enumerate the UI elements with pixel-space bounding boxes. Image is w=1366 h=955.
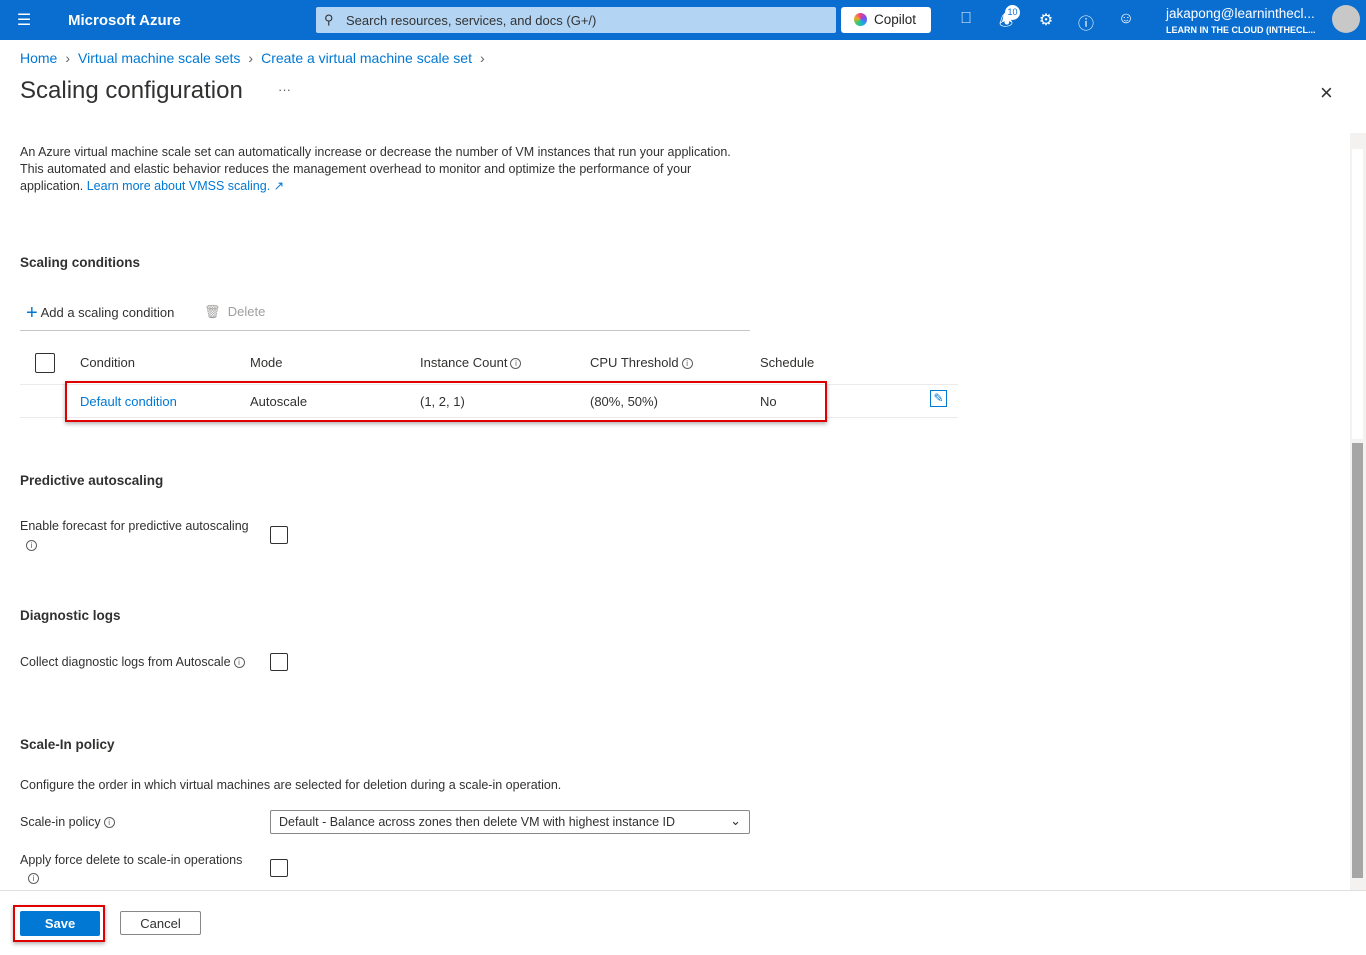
copilot-icon [854,13,867,26]
search-placeholder: Search resources, services, and docs (G+… [346,13,597,28]
chevron-down-icon: ⌄ [730,813,741,828]
select-all-checkbox[interactable] [35,353,55,373]
col-instance-count: Instance Count i [420,355,522,370]
col-schedule: Schedule [760,355,815,370]
predictive-heading: Predictive autoscaling [20,473,164,488]
top-bar: ☰ Microsoft Azure ⚲ Search resources, se… [0,0,1366,40]
info-icon: i [28,873,39,884]
scalein-description: Configure the order in which virtual mac… [20,778,562,792]
scalein-heading: Scale-In policy [20,737,115,752]
breadcrumb-home[interactable]: Home [20,50,57,66]
search-input[interactable]: ⚲ Search resources, services, and docs (… [316,7,836,33]
user-name[interactable]: jakapong@learninthecl... [1166,6,1315,21]
page-description: An Azure virtual machine scale set can a… [20,145,731,193]
predictive-checkbox[interactable] [270,526,288,544]
avatar[interactable] [1332,5,1360,33]
cancel-button[interactable]: Cancel [120,911,201,935]
search-icon: ⚲ [324,12,334,27]
info-icon: i [510,358,522,370]
breadcrumb-vmss[interactable]: Virtual machine scale sets [78,50,240,66]
plus-icon: + [26,302,38,324]
scaling-conditions-heading: Scaling conditions [20,255,141,270]
diagnostic-checkbox[interactable] [270,653,288,671]
footer-divider [0,890,1366,891]
predictive-label: Enable forecast for predictive autoscali… [20,519,249,533]
close-icon[interactable]: × [1320,80,1333,106]
divider [20,330,750,331]
scrollbar[interactable] [1350,133,1366,890]
info-icon: i [681,358,693,370]
breadcrumb-create[interactable]: Create a virtual machine scale set [261,50,472,66]
diagnostic-heading: Diagnostic logs [20,608,121,623]
scalein-policy-dropdown[interactable]: Default - Balance across zones then dele… [270,810,750,834]
scalein-policy-label: Scale-in policy i [20,815,115,829]
highlight-box [65,381,827,422]
breadcrumb: Home › Virtual machine scale sets › Create a… [20,50,485,66]
notification-badge: 10 [1005,5,1020,20]
brand[interactable]: Microsoft Azure [68,12,181,29]
help-icon[interactable]: ⓘ [1074,10,1098,34]
info-icon: i [103,817,115,829]
col-mode: Mode [250,355,283,370]
page-title: Scaling configuration [20,77,243,104]
trash-icon: 🗑 [204,304,221,319]
cloud-shell-icon[interactable]: ⎕ [954,10,978,28]
copilot-button[interactable]: Copilot [841,7,931,33]
info-icon: i [233,657,245,669]
col-condition: Condition [80,355,135,370]
col-cpu-threshold: CPU Threshold i [590,355,693,370]
diagnostic-label: Collect diagnostic logs from Autoscale i [20,655,245,669]
info-icon: i [26,540,37,551]
external-link-icon: ↗ [273,179,285,193]
force-delete-label: Apply force delete to scale-in operation… [20,853,243,867]
feedback-icon[interactable]: ☺ [1114,10,1138,28]
hamburger-icon[interactable]: ☰ [12,10,36,30]
scrollbar-thumb[interactable] [1352,443,1363,878]
gear-icon[interactable]: ⚙ [1034,10,1058,30]
learn-more-link[interactable]: Learn more about VMSS scaling. [87,179,270,193]
force-delete-checkbox[interactable] [270,859,288,877]
user-org: LEARN IN THE CLOUD (INTHECL... [1166,25,1316,35]
delete-button[interactable]: 🗑 Delete [204,304,265,320]
add-condition-button[interactable]: + Add a scaling condition [26,302,174,325]
edit-icon[interactable]: ✎ [930,390,947,407]
more-button[interactable]: ··· [278,82,291,97]
save-button[interactable]: Save [20,911,100,936]
